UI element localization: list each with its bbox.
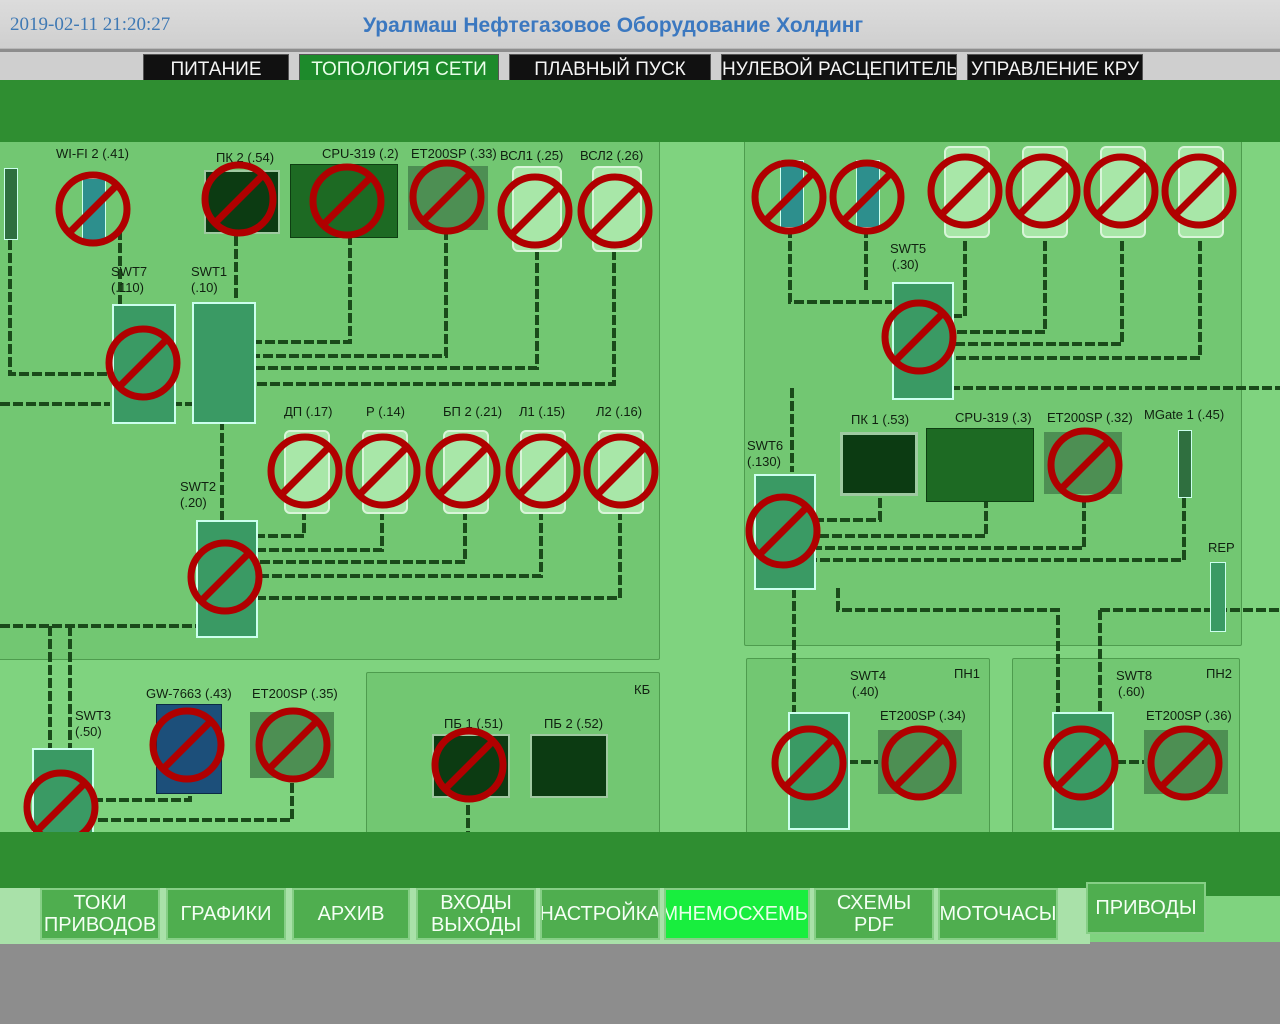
nav-io[interactable]: ВХОДЫ ВЫХОДЫ	[416, 888, 536, 940]
prohibited-sign-icon	[267, 433, 343, 509]
tab-power[interactable]: ПИТАНИЕ	[143, 54, 289, 82]
label-swt7-ip: (.110)	[111, 280, 144, 295]
prohibited-sign-icon	[309, 163, 385, 239]
label-swt3: SWT3	[75, 708, 112, 723]
label-vsl2: ВСЛ2 (.26)	[580, 148, 644, 163]
label-swt1: SWT1	[191, 264, 228, 279]
mgate1-device[interactable]	[1178, 430, 1192, 498]
prohibited-sign-icon	[751, 159, 827, 235]
tab-zero-breaker[interactable]: НУЛЕВОЙ РАСЦЕПИТЕЛЬ	[721, 54, 957, 82]
prohibited-sign-icon	[149, 707, 225, 783]
header-bar: 2019-02-11 21:20:27 Уралмаш Нефтегазовое…	[0, 0, 1280, 49]
nav-mnemonics[interactable]: МНЕМОСХЕМЫ	[664, 888, 810, 940]
prohibited-sign-icon	[105, 325, 181, 401]
label-r: Р (.14)	[366, 404, 406, 419]
label-swt5-ip: (.30)	[892, 257, 919, 272]
prohibited-sign-icon	[927, 153, 1003, 229]
tab-kru-control[interactable]: УПРАВЛЕНИЕ КРУ	[967, 54, 1143, 82]
label-swt2: SWT2	[180, 479, 217, 494]
label-vsl1: ВСЛ1 (.25)	[500, 148, 564, 163]
label-rep: REP	[1208, 540, 1235, 555]
label-swt5: SWT5	[890, 241, 927, 256]
pb2-panel[interactable]	[530, 734, 608, 798]
prohibited-sign-icon	[745, 493, 821, 569]
prohibited-sign-icon	[255, 707, 331, 783]
nav-archive[interactable]: АРХИВ	[292, 888, 410, 940]
prohibited-sign-icon	[1083, 153, 1159, 229]
nav-settings[interactable]: НАСТРОЙКА	[540, 888, 660, 940]
label-cpu319-3: CPU-319 (.3)	[955, 410, 1032, 425]
label-swt8: SWT8	[1116, 668, 1153, 683]
nav-charts[interactable]: ГРАФИКИ	[166, 888, 286, 940]
prohibited-sign-icon	[1043, 725, 1119, 801]
prohibited-sign-icon	[425, 433, 501, 509]
prohibited-sign-icon	[583, 433, 659, 509]
label-pn1: ПН1	[954, 666, 980, 681]
network-diagram: WI-FI 2 (.41) ПК 2 (.54) CPU-319 (.2) ET…	[0, 80, 1280, 942]
nav-drive-currents[interactable]: ТОКИ ПРИВОДОВ	[40, 888, 160, 940]
cpu319-3-plc[interactable]	[926, 428, 1034, 502]
label-et200sp-34: ET200SP (.34)	[880, 708, 966, 723]
rep-device[interactable]	[1210, 562, 1226, 632]
prohibited-sign-icon	[881, 299, 957, 375]
tab-soft-start[interactable]: ПЛАВНЫЙ ПУСК	[509, 54, 711, 82]
prohibited-sign-icon	[345, 433, 421, 509]
prohibited-sign-icon	[577, 173, 653, 249]
label-et200sp-36: ET200SP (.36)	[1146, 708, 1232, 723]
label-swt4-ip: (.40)	[852, 684, 879, 699]
tab-network-topology[interactable]: ТОПОЛОГИЯ СЕТИ	[299, 54, 499, 82]
label-swt3-ip: (.50)	[75, 724, 102, 739]
wifi-ap-device[interactable]	[4, 168, 18, 240]
prohibited-sign-icon	[497, 173, 573, 249]
label-cpu319-2: CPU-319 (.2)	[322, 146, 399, 161]
label-bp2: БП 2 (.21)	[443, 404, 503, 419]
label-swt7: SWT7	[111, 264, 148, 279]
swt1-switch[interactable]	[192, 302, 256, 424]
pk1-monitor[interactable]	[840, 432, 918, 496]
nav-drives[interactable]: ПРИВОДЫ	[1086, 882, 1206, 934]
prohibited-sign-icon	[1005, 153, 1081, 229]
label-mgate1: MGate 1 (.45)	[1144, 407, 1225, 422]
label-wifi2: WI-FI 2 (.41)	[56, 146, 129, 161]
prohibited-sign-icon	[201, 161, 277, 237]
label-et200sp-32: ET200SP (.32)	[1047, 410, 1133, 425]
prohibited-sign-icon	[187, 539, 263, 615]
label-swt2-ip: (.20)	[180, 495, 207, 510]
label-swt8-ip: (.60)	[1118, 684, 1145, 699]
label-swt1-ip: (.10)	[191, 280, 218, 295]
label-l1: Л1 (.15)	[519, 404, 566, 419]
bottom-nav: ТОКИ ПРИВОДОВ ГРАФИКИ АРХИВ ВХОДЫ ВЫХОДЫ Н…	[0, 882, 1206, 944]
overlay-band-top	[0, 80, 1280, 142]
nav-motor-hours[interactable]: МОТОЧАСЫ	[938, 888, 1058, 940]
nav-schemes-pdf[interactable]: СХЕМЫ PDF	[814, 888, 934, 940]
label-gw7663: GW-7663 (.43)	[146, 686, 232, 701]
prohibited-sign-icon	[431, 727, 507, 803]
label-kb: КБ	[634, 682, 651, 697]
label-pk1: ПК 1 (.53)	[851, 412, 910, 427]
prohibited-sign-icon	[55, 171, 131, 247]
company-title: Уралмаш Нефтегазовое Оборудование Холдин…	[363, 14, 864, 37]
label-pn2: ПН2	[1206, 666, 1232, 681]
prohibited-sign-icon	[1161, 153, 1237, 229]
label-swt6-ip: (.130)	[747, 454, 781, 469]
prohibited-sign-icon	[505, 433, 581, 509]
label-dp: ДП (.17)	[284, 404, 333, 419]
label-swt4: SWT4	[850, 668, 887, 683]
prohibited-sign-icon	[1047, 427, 1123, 503]
datetime-display: 2019-02-11 21:20:27	[10, 14, 171, 35]
prohibited-sign-icon	[1147, 725, 1223, 801]
prohibited-sign-icon	[881, 725, 957, 801]
label-pb2: ПБ 2 (.52)	[544, 716, 604, 731]
prohibited-sign-icon	[771, 725, 847, 801]
label-swt6: SWT6	[747, 438, 784, 453]
prohibited-sign-icon	[409, 159, 485, 235]
label-et200sp-35: ET200SP (.35)	[252, 686, 338, 701]
prohibited-sign-icon	[829, 159, 905, 235]
label-l2: Л2 (.16)	[596, 404, 643, 419]
